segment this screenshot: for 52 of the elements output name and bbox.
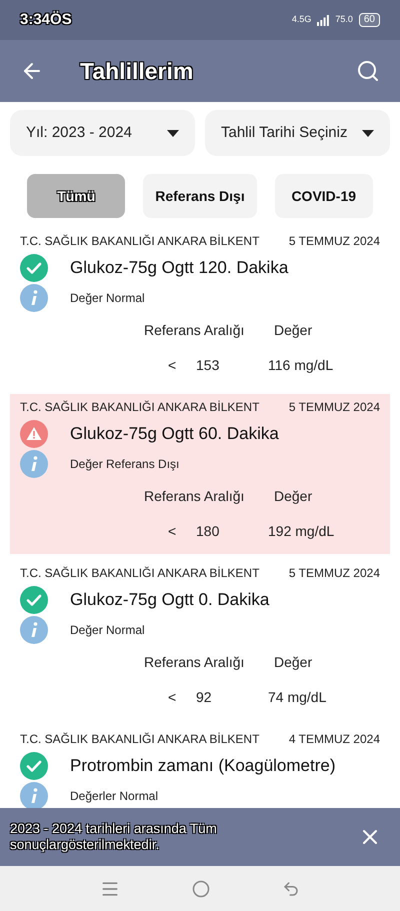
result-value: 192 mg/dL bbox=[268, 522, 334, 541]
column-header: Değer bbox=[274, 653, 312, 672]
info-icon bbox=[20, 782, 48, 808]
battery-icon: 60 bbox=[358, 13, 380, 27]
filter-tab[interactable]: Referans Dışı bbox=[143, 174, 257, 218]
info-icon bbox=[20, 284, 48, 312]
column-header: Referans Aralığı bbox=[144, 321, 246, 340]
speed-label: 75.0 bbox=[335, 13, 353, 26]
column-header: Referans Aralığı bbox=[144, 653, 246, 672]
result-date: 5 TEMMUZ 2024 bbox=[288, 565, 380, 582]
range-limit: 180 bbox=[196, 522, 220, 541]
home-button[interactable] bbox=[192, 880, 210, 898]
test-name: Glukoz-75g Ogtt 60. Dakika bbox=[70, 423, 279, 446]
result-note: Değer Normal bbox=[70, 290, 145, 307]
test-name: Glukoz-75g Ogtt 0. Dakika bbox=[70, 589, 270, 612]
search-button[interactable] bbox=[356, 59, 380, 83]
test-name: Protrombin zamanı (Koagülometre) bbox=[70, 755, 336, 778]
filter-tab[interactable]: COVID-19 bbox=[274, 174, 373, 218]
institution-name: T.C. SAĞLIK BAKANLIĞI ANKARA BİLKENT bbox=[20, 399, 260, 416]
column-header: Referans Aralığı bbox=[144, 487, 246, 506]
column-header: Değer bbox=[274, 321, 312, 340]
result-value: 74 mg/dL bbox=[268, 688, 326, 707]
back-nav-button[interactable] bbox=[282, 880, 300, 898]
result-note: Değer Referans Dışı bbox=[70, 456, 180, 473]
range-operator: < bbox=[168, 522, 178, 541]
clock-time: 3:34ÖS bbox=[20, 10, 72, 30]
filter-dropdown[interactable]: Yıl: 2023 - 2024 bbox=[10, 110, 195, 156]
range-operator: < bbox=[168, 688, 178, 707]
info-icon bbox=[20, 616, 48, 644]
result-note: Değer Normal bbox=[70, 622, 145, 639]
result-note: Değerler Normal bbox=[70, 788, 158, 805]
page-title: Tahlillerim bbox=[80, 56, 194, 86]
result-value: 116 mg/dL bbox=[268, 356, 334, 375]
network-label: 4.5G bbox=[292, 13, 312, 26]
range-operator: < bbox=[168, 356, 178, 375]
result-date: 4 TEMMUZ 2024 bbox=[288, 731, 380, 748]
result-date: 5 TEMMUZ 2024 bbox=[288, 233, 380, 250]
filter-dropdown[interactable]: Tahlil Tarihi Seçiniz bbox=[205, 110, 390, 156]
result-card[interactable]: T.C. SAĞLIK BAKANLIĞI ANKARA BİLKENT 5 TEMMUZ 2024 Glukoz-75g Ogtt 60. Dakika Değer Referans Dışı Referans Aralığı Değer < 180 192 mg/dL bbox=[10, 394, 390, 554]
institution-name: T.C. SAĞLIK BAKANLIĞI ANKARA BİLKENT bbox=[20, 565, 260, 582]
result-date: 5 TEMMUZ 2024 bbox=[288, 399, 380, 416]
range-limit: 153 bbox=[196, 356, 220, 375]
signal-icon bbox=[317, 14, 330, 26]
test-name: Glukoz-75g Ogtt 120. Dakika bbox=[70, 257, 288, 280]
range-limit: 92 bbox=[196, 688, 213, 707]
institution-name: T.C. SAĞLIK BAKANLIĞI ANKARA BİLKENT bbox=[20, 233, 260, 250]
institution-name: T.C. SAĞLIK BAKANLIĞI ANKARA BİLKENT bbox=[20, 731, 260, 748]
column-header: Değer bbox=[274, 487, 312, 506]
info-icon bbox=[20, 450, 48, 478]
snackbar-message: 2023 - 2024 tarihleri arasında Tüm sonuçlargösterilmektedir. bbox=[10, 821, 218, 853]
dropdown-arrow-icon bbox=[167, 130, 179, 136]
dropdown-arrow-icon bbox=[362, 130, 374, 136]
